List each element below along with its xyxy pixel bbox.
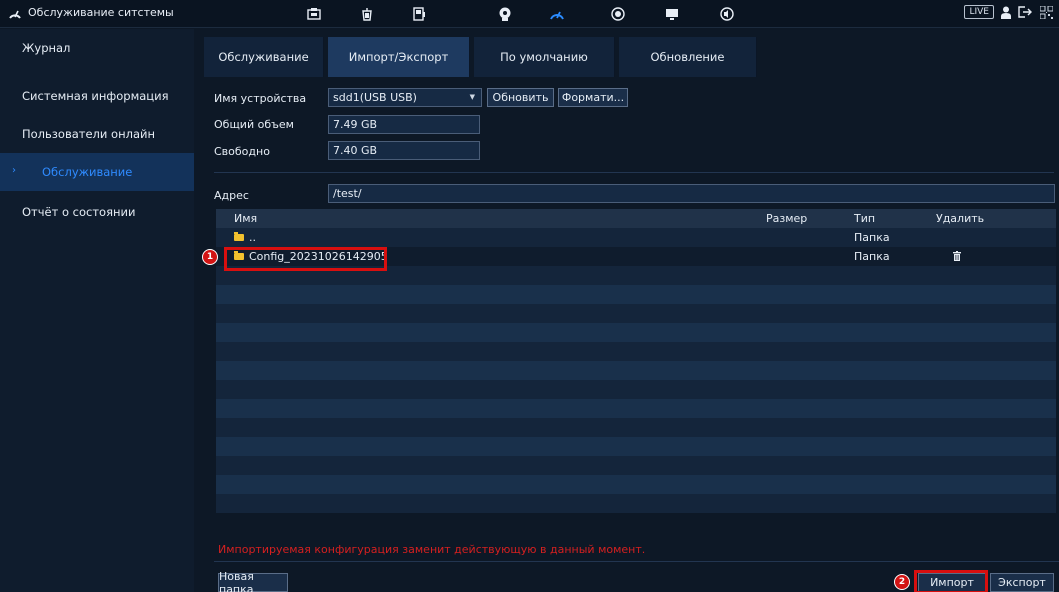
- file-type-cell: Папка: [854, 250, 890, 263]
- table-row: [216, 342, 1056, 361]
- table-row: [216, 285, 1056, 304]
- callout-2: 2: [894, 574, 910, 590]
- highlight-box-import-button: [914, 570, 988, 592]
- address-row: Адрес: [214, 185, 330, 205]
- divider: [214, 561, 1059, 562]
- event-icon[interactable]: [607, 4, 629, 24]
- maintenance-icon[interactable]: [546, 4, 568, 24]
- main-panel: Обслуживание Импорт/Экспорт По умолчанию…: [204, 29, 1059, 592]
- highlight-box-config-folder: [224, 247, 387, 271]
- chevron-right-icon: ›: [12, 165, 16, 176]
- total-value: 7.49 GB: [328, 115, 480, 134]
- sidebar-item-label: Отчёт о состоянии: [22, 205, 136, 219]
- total-row: Общий объем: [214, 114, 330, 134]
- file-name-cell: ..: [234, 231, 256, 244]
- logout-icon[interactable]: [1018, 6, 1034, 18]
- import-warning-text: Импортируемая конфигурация заменит дейст…: [218, 543, 646, 556]
- tab-maintenance[interactable]: Обслуживание: [204, 37, 324, 77]
- divider: [214, 172, 1054, 173]
- tab-update[interactable]: Обновление: [619, 37, 757, 77]
- refresh-button[interactable]: Обновить: [487, 88, 554, 107]
- table-row: [216, 323, 1056, 342]
- sidebar-item-online-users[interactable]: Пользователи онлайн: [0, 115, 194, 153]
- qr-code-icon[interactable]: [1040, 5, 1053, 19]
- total-label: Общий объем: [214, 117, 294, 131]
- table-row: [216, 361, 1056, 380]
- tab-bar: Обслуживание Импорт/Экспорт По умолчанию…: [204, 37, 1059, 77]
- table-header: Имя Размер Тип Удалить: [216, 209, 1056, 228]
- sidebar-item-system-info[interactable]: Системная информация: [0, 77, 194, 115]
- live-button[interactable]: LIVE: [964, 5, 994, 19]
- table-row: [216, 418, 1056, 437]
- table-row: [216, 475, 1056, 494]
- address-field[interactable]: /test/: [328, 184, 1055, 203]
- sidebar-item-label: Журнал: [22, 41, 71, 55]
- tab-import-export[interactable]: Импорт/Экспорт: [328, 37, 470, 77]
- device-row: Имя устройства: [214, 88, 330, 108]
- table-row: [216, 399, 1056, 418]
- table-row: [216, 380, 1056, 399]
- table-row[interactable]: .. Папка: [216, 228, 1056, 247]
- callout-1: 1: [202, 249, 218, 265]
- device-select[interactable]: sdd1(USB USB) ▼: [328, 88, 482, 107]
- free-label: Свободно: [214, 144, 270, 158]
- camera-settings-icon[interactable]: [303, 4, 325, 24]
- sidebar: Журнал Системная информация Пользователи…: [0, 29, 194, 592]
- column-name-header[interactable]: Имя: [234, 212, 257, 225]
- table-row: [216, 456, 1056, 475]
- sidebar-item-status-report[interactable]: Отчёт о состоянии: [0, 193, 194, 231]
- format-button[interactable]: Формати...: [558, 88, 628, 107]
- tab-default[interactable]: По умолчанию: [474, 37, 615, 77]
- ai-icon[interactable]: [494, 4, 516, 24]
- column-size-header[interactable]: Размер: [766, 212, 807, 225]
- display-icon[interactable]: [661, 4, 683, 24]
- sidebar-item-log[interactable]: Журнал: [0, 29, 194, 67]
- trash-icon[interactable]: [953, 251, 961, 261]
- column-delete-header: Удалить: [936, 212, 985, 225]
- top-bar: Обслуживание ситстемы LIVE: [0, 0, 1059, 28]
- table-row: [216, 304, 1056, 323]
- storage-icon[interactable]: [408, 4, 430, 24]
- address-label: Адрес: [214, 188, 249, 202]
- sidebar-item-label: Пользователи онлайн: [22, 127, 155, 141]
- table-row: [216, 437, 1056, 456]
- column-type-header[interactable]: Тип: [854, 212, 875, 225]
- network-icon[interactable]: [356, 4, 378, 24]
- audio-icon[interactable]: [716, 4, 738, 24]
- table-row: [216, 494, 1056, 513]
- sidebar-item-maintenance[interactable]: › Обслуживание: [0, 153, 194, 191]
- free-row: Свободно: [214, 141, 330, 161]
- sidebar-item-label: Обслуживание: [42, 165, 133, 179]
- folder-icon: [234, 232, 244, 241]
- device-label: Имя устройства: [214, 91, 307, 105]
- new-folder-button[interactable]: Новая папка: [218, 570, 288, 592]
- user-icon[interactable]: [1000, 6, 1012, 19]
- sidebar-item-label: Системная информация: [22, 89, 169, 103]
- file-type-cell: Папка: [854, 231, 890, 244]
- dropdown-arrow-icon: ▼: [469, 93, 475, 101]
- free-value: 7.40 GB: [328, 141, 480, 160]
- export-button[interactable]: Экспорт: [990, 573, 1054, 592]
